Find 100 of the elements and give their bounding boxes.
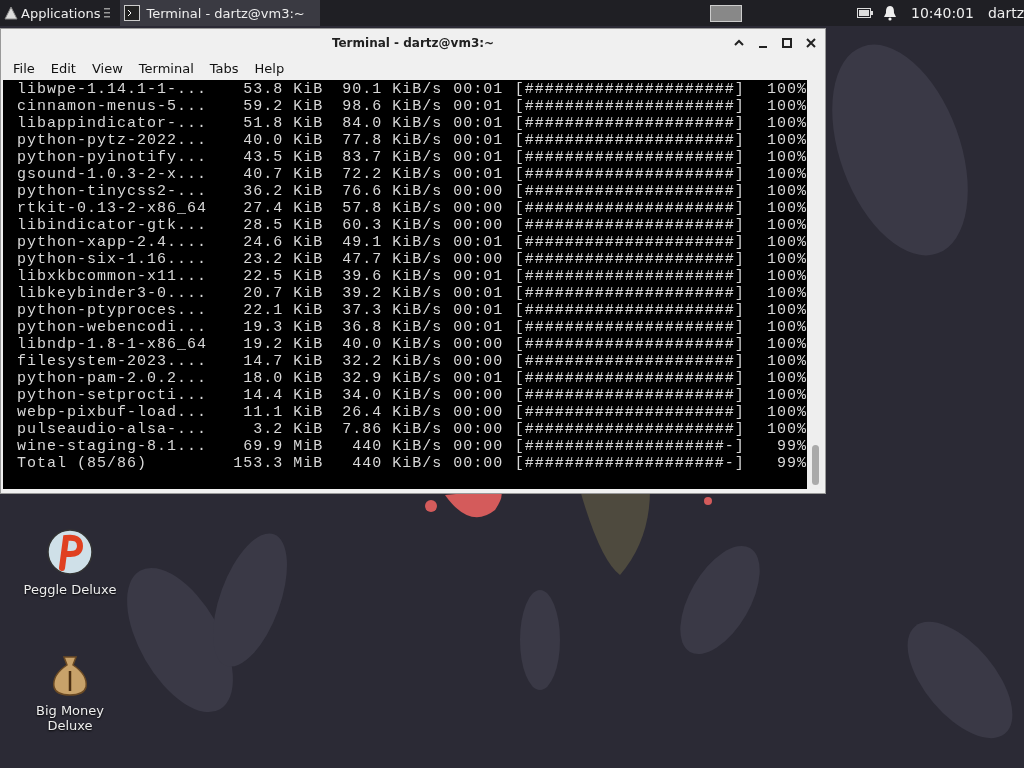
progress-text: [#####################] (513, 404, 746, 421)
download-size: 22.1 KiB (242, 302, 324, 319)
download-size: 14.4 KiB (242, 387, 324, 404)
applications-label[interactable]: Applications (21, 5, 101, 21)
download-speed: 76.6 KiB/s (341, 183, 443, 200)
elapsed-time: 00:01 (452, 234, 505, 251)
download-size: 3.2 KiB (252, 421, 324, 438)
desktop-icon-label[interactable]: Big Money Deluxe (18, 703, 122, 733)
percent-text: 100% (765, 353, 807, 370)
download-speed: 47.7 KiB/s (341, 251, 443, 268)
menu-item[interactable]: Terminal (130, 60, 202, 76)
handle-icon[interactable] (104, 7, 111, 19)
download-speed: 84.0 KiB/s (341, 115, 443, 132)
elapsed-time: 00:00 (452, 455, 505, 472)
download-speed: 60.3 KiB/s (341, 217, 443, 234)
progress-text: [####################-] (513, 455, 746, 472)
menu-item[interactable]: Edit (42, 60, 84, 76)
progress-text: [#####################] (513, 353, 746, 370)
bell-icon[interactable] (883, 5, 898, 21)
package-name: python-pyinotify... (17, 149, 209, 166)
elapsed-time: 00:00 (452, 387, 505, 404)
percent-text: 99% (775, 455, 807, 472)
menu-item[interactable]: Help (246, 60, 293, 76)
applications-icon (4, 6, 18, 20)
maximize-icon[interactable] (781, 37, 793, 49)
package-name: cinnamon-menus-5... (17, 98, 209, 115)
download-speed: 32.9 KiB/s (341, 370, 443, 387)
download-size: 51.8 KiB (242, 115, 324, 132)
package-name: filesystem-2023.... (17, 353, 209, 370)
money-bag-icon[interactable] (50, 653, 90, 697)
ball-icon[interactable] (46, 528, 94, 576)
percent-text: 100% (765, 115, 807, 132)
package-name: libwpe-1.14.1-1-... (17, 81, 209, 98)
progress-text: [#####################] (513, 98, 746, 115)
clock[interactable]: 10:40:01 (911, 5, 974, 21)
elapsed-time: 00:00 (452, 217, 505, 234)
download-size: 19.3 KiB (242, 319, 324, 336)
user-name[interactable]: dartz (987, 5, 1024, 21)
package-name: python-six-1.16.... (17, 251, 209, 268)
download-speed: 440 KiB/s (351, 455, 443, 472)
progress-text: [#####################] (513, 132, 746, 149)
download-speed: 39.6 KiB/s (341, 268, 443, 285)
close-icon[interactable] (805, 37, 817, 49)
progress-text: [#####################] (513, 319, 746, 336)
percent-text: 100% (765, 166, 807, 183)
download-speed: 90.1 KiB/s (341, 81, 443, 98)
taskbar-button[interactable]: Terminal - dartz@vm3:~ (120, 0, 321, 26)
download-speed: 77.8 KiB/s (341, 132, 443, 149)
scrollbar-thumb[interactable] (812, 445, 819, 485)
download-speed: 57.8 KiB/s (341, 200, 443, 217)
percent-text: 100% (765, 268, 807, 285)
package-name: libindicator-gtk... (17, 217, 209, 234)
package-name: python-ptyproces... (17, 302, 209, 319)
percent-text: 100% (765, 370, 807, 387)
download-size: 43.5 KiB (242, 149, 324, 166)
package-name: python-webencodi... (17, 319, 209, 336)
download-size: 27.4 KiB (242, 200, 324, 217)
percent-text: 100% (765, 98, 807, 115)
percent-text: 100% (765, 217, 807, 234)
menu-item[interactable]: View (83, 60, 131, 76)
download-size: 22.5 KiB (242, 268, 324, 285)
download-size: 153.3 MiB (232, 455, 324, 472)
download-size: 40.7 KiB (242, 166, 324, 183)
elapsed-time: 00:01 (452, 268, 505, 285)
percent-text: 100% (765, 302, 807, 319)
elapsed-time: 00:01 (452, 98, 505, 115)
percent-text: 99% (775, 438, 807, 455)
desktop-icon-label[interactable]: Peggle Deluxe (18, 582, 122, 597)
progress-text: [#####################] (513, 285, 746, 302)
package-name: gsound-1.0.3-2-x... (17, 166, 209, 183)
percent-text: 100% (765, 132, 807, 149)
download-size: 69.9 MiB (242, 438, 324, 455)
elapsed-time: 00:01 (452, 319, 505, 336)
percent-text: 100% (765, 336, 807, 353)
download-speed: 36.8 KiB/s (341, 319, 443, 336)
menu-item[interactable]: Tabs (201, 60, 247, 76)
percent-text: 100% (765, 81, 807, 98)
percent-text: 100% (765, 234, 807, 251)
elapsed-time: 00:01 (452, 285, 505, 302)
progress-text: [#####################] (513, 115, 746, 132)
package-name: rtkit-0.13-2-x86_64 (17, 200, 209, 217)
package-name: Total (85/86) (17, 455, 149, 472)
download-speed: 98.6 KiB/s (341, 98, 443, 115)
package-name: pulseaudio-alsa-... (17, 421, 209, 438)
berry-drawing (704, 497, 712, 505)
progress-text: [#####################] (513, 183, 746, 200)
progress-text: [#####################] (513, 200, 746, 217)
download-speed: 37.3 KiB/s (341, 302, 443, 319)
download-size: 14.7 KiB (242, 353, 324, 370)
download-size: 59.2 KiB (242, 98, 324, 115)
progress-text: [#####################] (513, 251, 746, 268)
applications-menu[interactable]: Applications (4, 5, 101, 21)
download-speed: 39.2 KiB/s (341, 285, 443, 302)
download-size: 28.5 KiB (242, 217, 324, 234)
menu-item[interactable]: File (5, 60, 43, 76)
download-speed: 72.2 KiB/s (341, 166, 443, 183)
package-name: wine-staging-8.1... (17, 438, 209, 455)
workspace-switcher[interactable] (710, 4, 743, 22)
elapsed-time: 00:01 (452, 370, 505, 387)
download-size: 18.0 KiB (242, 370, 324, 387)
